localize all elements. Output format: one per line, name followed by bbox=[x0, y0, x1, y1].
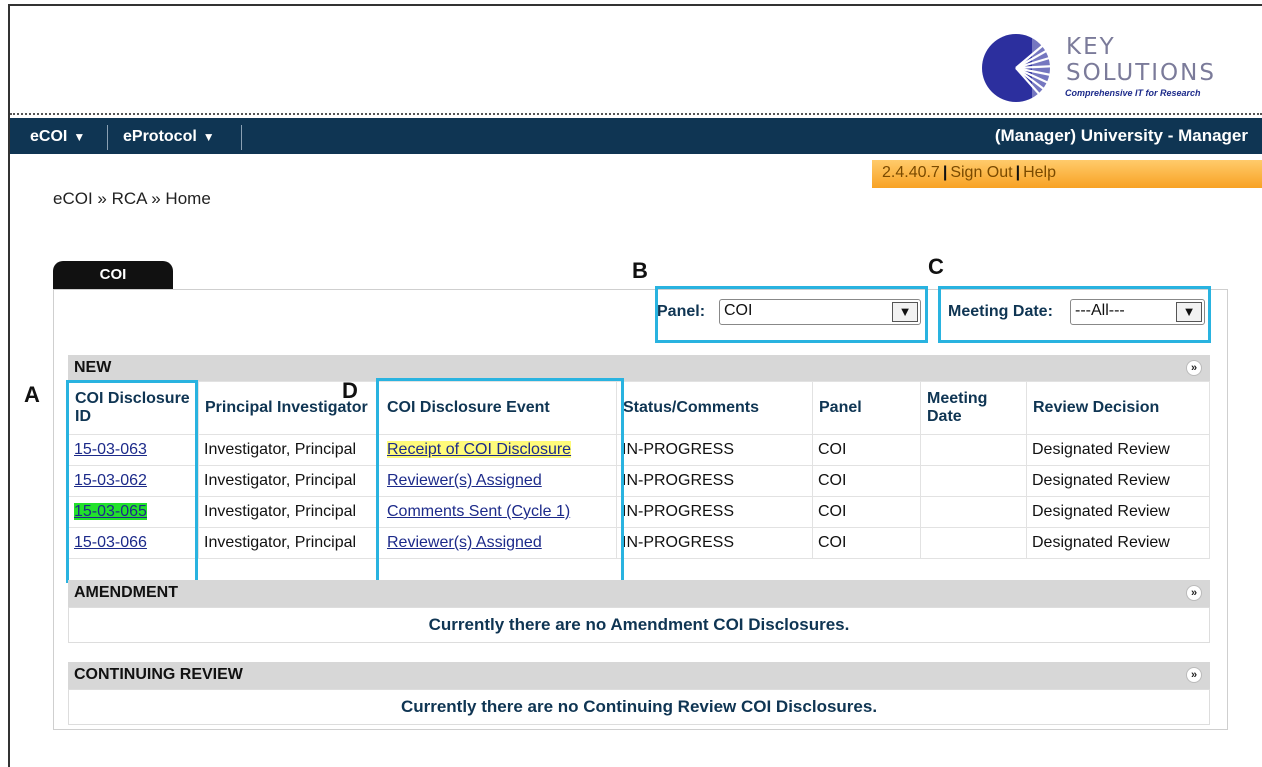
meeting-date-cell bbox=[920, 465, 1027, 497]
collapse-icon[interactable]: » bbox=[1186, 667, 1202, 683]
globe-logo-icon bbox=[982, 28, 1056, 108]
logo-tagline: Comprehensive IT for Research bbox=[1065, 88, 1201, 98]
status-cell: IN-PROGRESS bbox=[616, 434, 813, 466]
decision-cell: Designated Review bbox=[1026, 496, 1210, 528]
meeting-date-label: Meeting Date: bbox=[948, 303, 1053, 320]
pi-cell: Investigator, Principal bbox=[198, 527, 377, 559]
decision-cell: Designated Review bbox=[1026, 465, 1210, 497]
utility-bar: 2.4.40.7 | Sign Out | Help bbox=[872, 160, 1262, 188]
nav-eprotocol-label: eProtocol bbox=[123, 128, 197, 145]
table-row: 15-03-063 Investigator, Principal Receip… bbox=[68, 434, 1210, 466]
meeting-date-cell bbox=[920, 434, 1027, 466]
caret-down-icon: ▼ bbox=[202, 130, 215, 144]
logo-text-solutions: SOLUTIONS bbox=[1066, 60, 1216, 86]
nav-ecoi-label: eCOI bbox=[30, 128, 68, 145]
table-row: 15-03-066 Investigator, Principal Review… bbox=[68, 527, 1210, 559]
sign-out-link[interactable]: Sign Out bbox=[950, 164, 1012, 181]
highlight-event-column bbox=[376, 378, 624, 583]
nav-separator bbox=[241, 125, 242, 150]
logo-text-key: KEY bbox=[1066, 34, 1116, 60]
table-row: 15-03-065 Investigator, Principal Commen… bbox=[68, 496, 1210, 528]
panel-label: Panel: bbox=[657, 303, 706, 320]
panel-cell: COI bbox=[812, 527, 921, 559]
new-disclosures-table: COI Disclosure ID Principal Investigator… bbox=[68, 381, 1210, 559]
pi-cell: Investigator, Principal bbox=[198, 465, 377, 497]
col-header-status: Status/Comments bbox=[616, 381, 813, 435]
decision-cell: Designated Review bbox=[1026, 527, 1210, 559]
status-cell: IN-PROGRESS bbox=[616, 465, 813, 497]
meeting-date-value: ---All--- bbox=[1075, 302, 1125, 319]
header-divider bbox=[10, 113, 1262, 115]
panel-cell: COI bbox=[812, 434, 921, 466]
caret-down-icon: ▼ bbox=[73, 130, 86, 144]
col-header-panel: Panel bbox=[812, 381, 921, 435]
col-header-decision: Review Decision bbox=[1026, 381, 1210, 435]
tab-coi[interactable]: COI bbox=[53, 261, 173, 289]
table-header-row: COI Disclosure ID Principal Investigator… bbox=[68, 381, 1210, 435]
chevron-down-icon: ▼ bbox=[892, 302, 918, 322]
section-new-header: NEW » bbox=[68, 355, 1210, 382]
panel-select[interactable]: COI ▼ bbox=[719, 299, 921, 325]
collapse-icon[interactable]: » bbox=[1186, 585, 1202, 601]
panel-cell: COI bbox=[812, 496, 921, 528]
col-header-meeting-date: Meeting Date bbox=[920, 381, 1027, 435]
user-role-label: (Manager) University - Manager bbox=[994, 126, 1248, 145]
section-continuing-header: CONTINUING REVIEW » bbox=[68, 662, 1210, 689]
nav-ecoi-menu[interactable]: eCOI ▼ bbox=[30, 128, 85, 146]
separator: | bbox=[942, 164, 948, 181]
section-new-title: NEW bbox=[74, 359, 112, 376]
status-cell: IN-PROGRESS bbox=[616, 496, 813, 528]
panel-select-value: COI bbox=[724, 302, 753, 319]
chevron-down-icon: ▼ bbox=[1176, 302, 1202, 322]
status-cell: IN-PROGRESS bbox=[616, 527, 813, 559]
breadcrumb: eCOI » RCA » Home bbox=[53, 189, 211, 208]
section-continuing-title: CONTINUING REVIEW bbox=[74, 666, 243, 683]
separator: | bbox=[1015, 164, 1021, 181]
decision-cell: Designated Review bbox=[1026, 434, 1210, 466]
highlight-disclosure-id-column bbox=[66, 380, 198, 583]
top-nav: eCOI ▼ eProtocol ▼ (Manager) University - … bbox=[10, 118, 1262, 154]
version-label: 2.4.40.7 bbox=[882, 164, 940, 181]
section-amendment-header: AMENDMENT » bbox=[68, 580, 1210, 607]
nav-separator bbox=[107, 125, 108, 150]
meeting-date-cell bbox=[920, 527, 1027, 559]
pi-cell: Investigator, Principal bbox=[198, 434, 377, 466]
annotation-a: A bbox=[24, 382, 40, 407]
annotation-d: D bbox=[342, 378, 358, 403]
table-row: 15-03-062 Investigator, Principal Review… bbox=[68, 465, 1210, 497]
continuing-empty-message: Currently there are no Continuing Review… bbox=[68, 689, 1210, 725]
help-link[interactable]: Help bbox=[1023, 164, 1056, 181]
annotation-b: B bbox=[632, 258, 648, 283]
collapse-icon[interactable]: » bbox=[1186, 360, 1202, 376]
panel-cell: COI bbox=[812, 465, 921, 497]
pi-cell: Investigator, Principal bbox=[198, 496, 377, 528]
amendment-empty-message: Currently there are no Amendment COI Dis… bbox=[68, 607, 1210, 643]
annotation-c: C bbox=[928, 254, 944, 279]
nav-eprotocol-menu[interactable]: eProtocol ▼ bbox=[123, 128, 215, 146]
key-solutions-logo: KEY SOLUTIONS Comprehensive IT for Resea… bbox=[976, 28, 1246, 108]
meeting-date-cell bbox=[920, 496, 1027, 528]
section-amendment-title: AMENDMENT bbox=[74, 584, 178, 601]
utility-links: 2.4.40.7 | Sign Out | Help bbox=[882, 164, 1056, 182]
meeting-date-select[interactable]: ---All--- ▼ bbox=[1070, 299, 1205, 325]
